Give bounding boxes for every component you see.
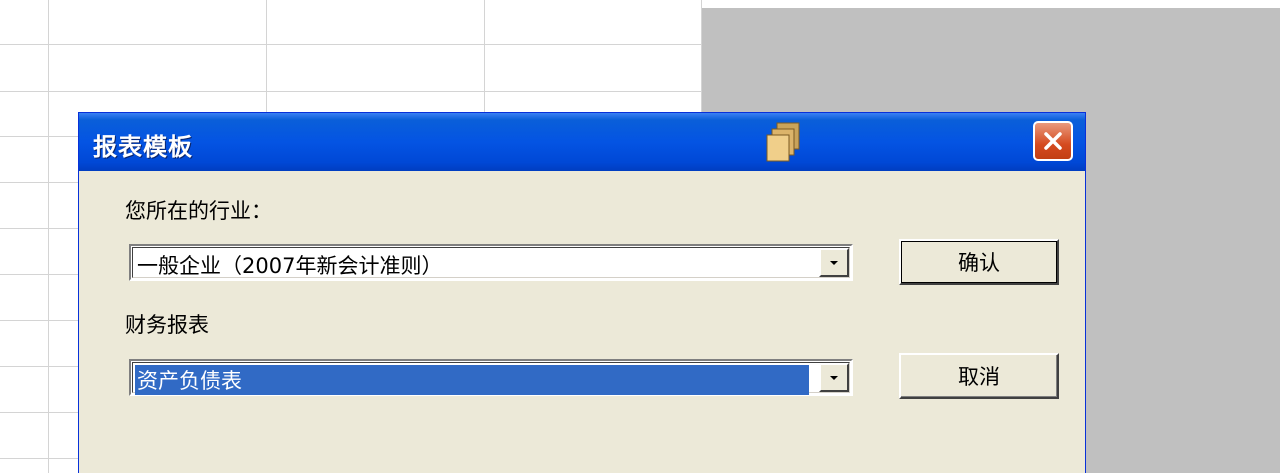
dialog-title: 报表模板 [93, 133, 193, 161]
chevron-down-icon [830, 375, 838, 380]
grid-line [0, 136, 78, 137]
report-select[interactable]: 资产负债表 [129, 359, 853, 396]
industry-select-value: 一般企业（2007年新会计准则） [137, 254, 443, 278]
report-label: 财务报表 [125, 313, 209, 337]
industry-label: 您所在的行业： [125, 199, 272, 223]
confirm-button[interactable]: 确认 [899, 239, 1059, 285]
grid-line [48, 0, 49, 473]
grid-line [0, 228, 78, 229]
close-button[interactable] [1033, 121, 1073, 161]
grid-line [0, 44, 702, 45]
cancel-button[interactable]: 取消 [899, 353, 1059, 399]
chevron-down-icon [830, 260, 838, 265]
grid-line [0, 274, 78, 275]
grid-line [0, 91, 702, 92]
report-select-value: 资产负债表 [135, 365, 809, 395]
grid-line [0, 182, 78, 183]
grid-line [0, 412, 78, 413]
report-template-dialog: 报表模板 您所在的行业： 一般企业（2007年新会计准则） 确认 财务报表 资产… [78, 112, 1086, 473]
grid-line [0, 366, 78, 367]
copy-pages-icon [765, 121, 805, 165]
close-icon [1044, 132, 1062, 150]
grid-line [0, 458, 78, 459]
grid-line [0, 320, 78, 321]
industry-select[interactable]: 一般企业（2007年新会计准则） [129, 244, 853, 281]
report-dropdown-button[interactable] [819, 363, 849, 392]
industry-dropdown-button[interactable] [819, 248, 849, 277]
dialog-titlebar[interactable]: 报表模板 [79, 113, 1085, 171]
